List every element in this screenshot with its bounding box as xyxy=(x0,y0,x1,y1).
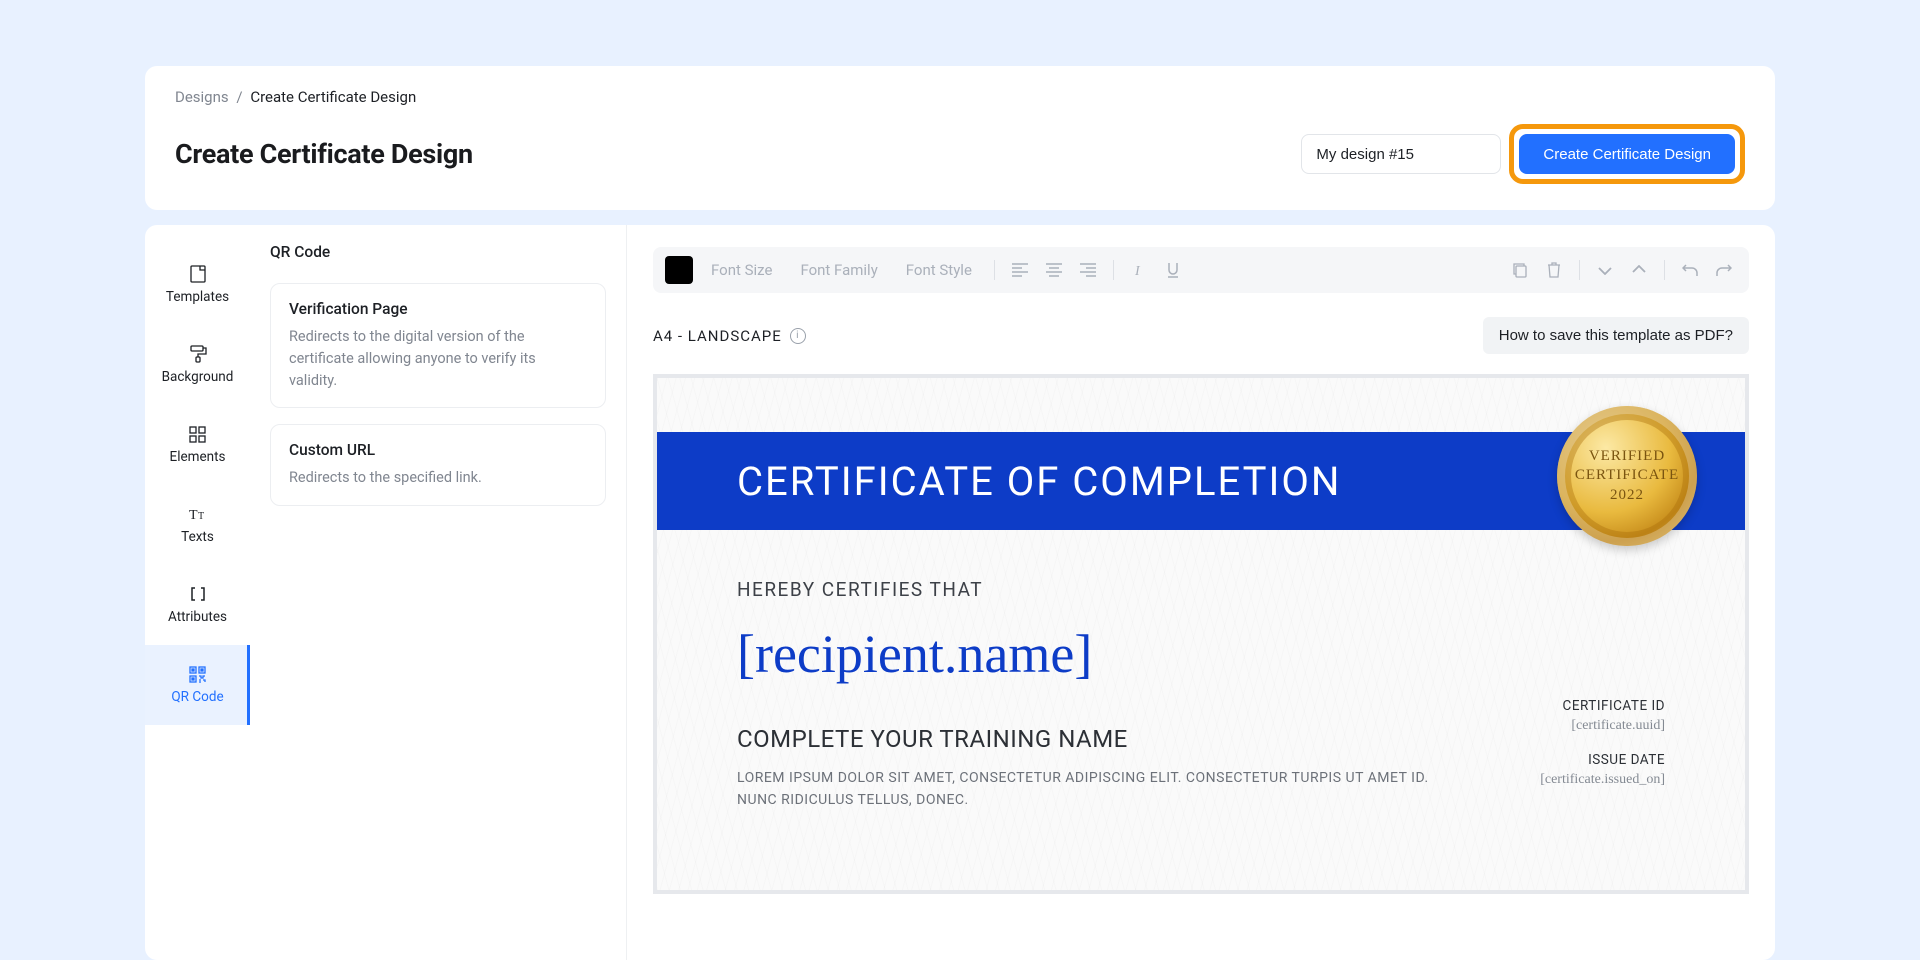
template-icon xyxy=(189,265,207,283)
separator xyxy=(1664,260,1665,280)
design-name-input[interactable] xyxy=(1301,134,1501,174)
seal-text: CERTIFICATE xyxy=(1575,466,1679,486)
font-family-selector[interactable]: Font Family xyxy=(800,261,877,279)
format-text: A4 - LANDSCAPE xyxy=(653,327,782,345)
option-custom-url[interactable]: Custom URL Redirects to the specified li… xyxy=(270,424,606,506)
main-container: Designs / Create Certificate Design Crea… xyxy=(145,66,1775,960)
option-title: Verification Page xyxy=(289,300,587,318)
certificate-banner-title: CERTIFICATE OF COMPLETION xyxy=(737,458,1341,505)
sidebar-label: Templates xyxy=(166,289,229,305)
svg-text:T: T xyxy=(189,508,198,521)
breadcrumb-root[interactable]: Designs xyxy=(175,88,229,106)
sidebar-item-templates[interactable]: Templates xyxy=(145,245,250,325)
editor-toolbar: Font Size Font Family Font Style I xyxy=(653,247,1749,293)
canvas-area: Font Size Font Family Font Style I xyxy=(627,225,1775,960)
align-right-icon[interactable] xyxy=(1075,257,1101,283)
bring-forward-icon[interactable] xyxy=(1592,257,1618,283)
info-icon[interactable]: i xyxy=(790,328,806,344)
certificate-id-label: CERTIFICATE ID xyxy=(1485,698,1665,714)
option-description: Redirects to the digital version of the … xyxy=(289,326,587,391)
issue-date-value: [certificate.issued_on] xyxy=(1485,772,1665,788)
panel-title: QR Code xyxy=(270,243,606,261)
sidebar-item-texts[interactable]: TT Texts xyxy=(145,485,250,565)
option-description: Redirects to the specified link. xyxy=(289,467,587,489)
sidebar-item-attributes[interactable]: Attributes xyxy=(145,565,250,645)
header-row: Create Certificate Design Create Certifi… xyxy=(175,124,1745,184)
separator xyxy=(1579,260,1580,280)
svg-text:I: I xyxy=(1134,264,1141,277)
brackets-icon xyxy=(189,585,207,603)
certificate-recipient-placeholder: [recipient.name] xyxy=(737,623,1457,685)
separator xyxy=(994,260,995,280)
align-left-icon[interactable] xyxy=(1007,257,1033,283)
sidebar-label: Background xyxy=(162,369,234,385)
paint-roller-icon xyxy=(189,345,207,363)
certificate-left: HEREBY CERTIFIES THAT [recipient.name] C… xyxy=(737,578,1457,812)
certificate-canvas[interactable]: CERTIFICATE OF COMPLETION VERIFIED CERTI… xyxy=(653,374,1749,894)
sidebar: Templates Background Elements TT Texts xyxy=(145,225,250,960)
certificate-hereby-text: HEREBY CERTIFIES THAT xyxy=(737,578,1457,601)
create-certificate-design-button[interactable]: Create Certificate Design xyxy=(1519,134,1735,174)
font-style-selector[interactable]: Font Style xyxy=(906,261,972,279)
trash-icon[interactable] xyxy=(1541,257,1567,283)
align-center-icon[interactable] xyxy=(1041,257,1067,283)
sidebar-label: Elements xyxy=(170,449,226,465)
send-backward-icon[interactable] xyxy=(1626,257,1652,283)
sidebar-item-background[interactable]: Background xyxy=(145,325,250,405)
option-title: Custom URL xyxy=(289,441,587,459)
seal-text: 2022 xyxy=(1610,486,1644,506)
underline-icon[interactable] xyxy=(1160,257,1186,283)
certificate-right: CERTIFICATE ID [certificate.uuid] ISSUE … xyxy=(1485,578,1665,812)
font-size-selector[interactable]: Font Size xyxy=(711,261,772,279)
format-label: A4 - LANDSCAPE i xyxy=(653,327,806,345)
sidebar-label: QR Code xyxy=(171,689,223,705)
svg-text:T: T xyxy=(198,511,204,521)
canvas-header: A4 - LANDSCAPE i How to save this templa… xyxy=(653,317,1749,354)
seal-text: VERIFIED xyxy=(1589,447,1665,467)
italic-icon[interactable]: I xyxy=(1126,257,1152,283)
page-title: Create Certificate Design xyxy=(175,138,473,170)
elements-icon xyxy=(189,425,207,443)
breadcrumb: Designs / Create Certificate Design xyxy=(175,88,1745,106)
redo-icon[interactable] xyxy=(1711,257,1737,283)
text-icon: TT xyxy=(189,505,207,523)
certificate-id-value: [certificate.uuid] xyxy=(1485,718,1665,734)
option-verification-page[interactable]: Verification Page Redirects to the digit… xyxy=(270,283,606,408)
options-panel: QR Code Verification Page Redirects to t… xyxy=(250,225,627,960)
undo-icon[interactable] xyxy=(1677,257,1703,283)
qrcode-icon xyxy=(189,665,207,683)
sidebar-label: Texts xyxy=(181,529,214,545)
workspace-card: Templates Background Elements TT Texts xyxy=(145,225,1775,960)
create-button-highlight: Create Certificate Design xyxy=(1509,124,1745,184)
header-controls: Create Certificate Design xyxy=(1301,124,1745,184)
header-card: Designs / Create Certificate Design Crea… xyxy=(145,66,1775,210)
breadcrumb-current: Create Certificate Design xyxy=(250,88,416,106)
separator xyxy=(1113,260,1114,280)
breadcrumb-separator: / xyxy=(236,88,242,106)
help-save-pdf-button[interactable]: How to save this template as PDF? xyxy=(1483,317,1749,354)
certificate-body: HEREBY CERTIFIES THAT [recipient.name] C… xyxy=(657,530,1745,812)
sidebar-item-elements[interactable]: Elements xyxy=(145,405,250,485)
certificate-description: LOREM IPSUM DOLOR SIT AMET, CONSECTETUR … xyxy=(737,767,1457,812)
verified-seal: VERIFIED CERTIFICATE 2022 xyxy=(1557,406,1697,546)
copy-icon[interactable] xyxy=(1507,257,1533,283)
issue-date-label: ISSUE DATE xyxy=(1485,752,1665,768)
sidebar-label: Attributes xyxy=(168,609,227,625)
certificate-training-name: COMPLETE YOUR TRAINING NAME xyxy=(737,725,1457,753)
color-picker[interactable] xyxy=(665,256,693,284)
sidebar-item-qrcode[interactable]: QR Code xyxy=(145,645,250,725)
